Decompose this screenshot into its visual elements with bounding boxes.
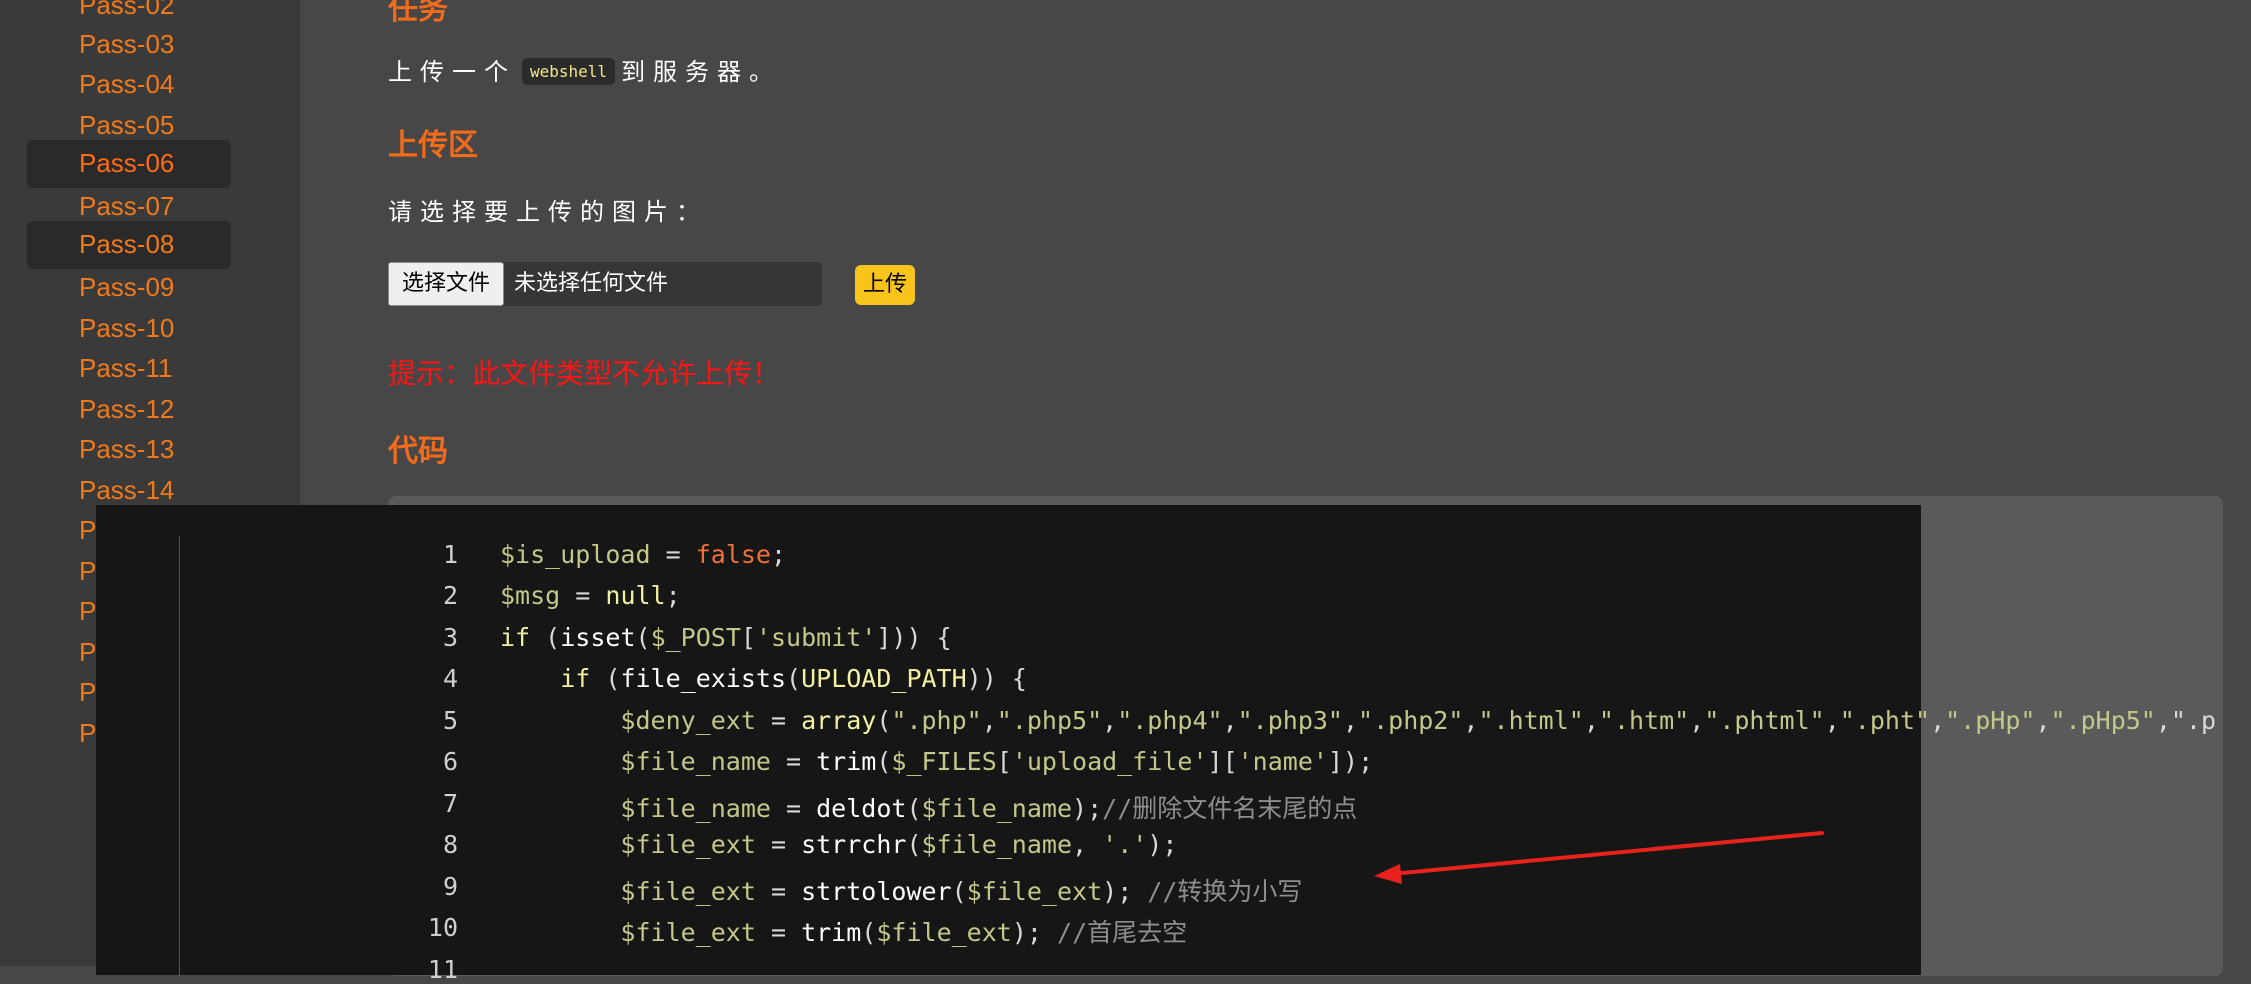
annotation-arrow-icon bbox=[1374, 831, 1824, 884]
